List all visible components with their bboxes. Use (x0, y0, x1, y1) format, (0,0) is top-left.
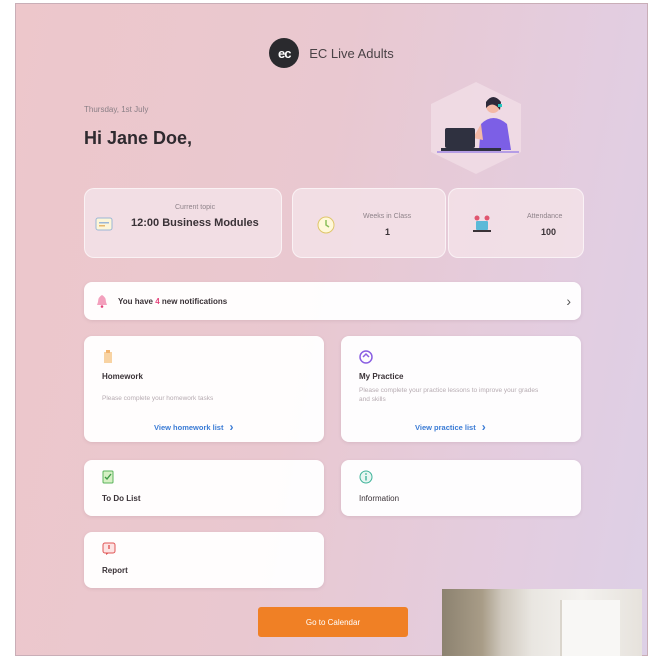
background-photo-door (560, 600, 620, 656)
app-header: ec EC Live Adults (16, 38, 647, 68)
to-do-list-tile[interactable]: To Do List (84, 460, 324, 516)
stat-value: 12:00 Business Modules (131, 217, 259, 229)
chevron-right-icon: › (481, 420, 486, 434)
view-practice-link[interactable]: View practice list › (415, 420, 486, 434)
view-homework-link[interactable]: View homework list › (154, 420, 233, 434)
notifications-text: You have 4 new notifications (118, 297, 227, 306)
view-homework-label: View homework list (154, 422, 224, 432)
report-title: Report (102, 566, 128, 575)
stat-label: Weeks in Class (363, 213, 412, 220)
info-icon (359, 470, 373, 484)
bell-icon (97, 295, 107, 308)
attendance-card: Attendance 100 (448, 188, 584, 258)
view-practice-label: View practice list (415, 422, 476, 432)
homework-tile[interactable]: Homework Please complete your homework t… (84, 336, 324, 442)
current-topic-card: Current topic 12:00 Business Modules (84, 188, 282, 258)
go-to-calendar-button[interactable]: Go to Calendar (258, 607, 408, 637)
ec-logo: ec (269, 38, 300, 68)
homework-icon (104, 350, 112, 363)
homework-description: Please complete your homework tasks (102, 395, 214, 402)
stat-label: Attendance (527, 213, 563, 220)
report-tile[interactable]: Report (84, 532, 324, 588)
stat-label: Current topic (175, 204, 216, 211)
clock-icon (317, 216, 335, 234)
my-practice-description: Please complete your practice lessons to… (359, 387, 539, 403)
my-practice-title: My Practice (359, 372, 404, 381)
todo-icon (102, 470, 114, 484)
calendar-icon (95, 217, 113, 231)
classroom-icon (473, 215, 491, 232)
weeks-in-class-card: Weeks in Class 1 (292, 188, 446, 258)
notifications-suffix: new notifications (159, 296, 228, 306)
notifications-bar[interactable]: You have 4 new notifications › (84, 282, 581, 320)
report-icon (102, 542, 116, 555)
app-frame: ec EC Live Adults Thursday, 1st July Hi … (15, 3, 648, 656)
practice-icon (359, 350, 373, 364)
app-title: EC Live Adults (309, 45, 394, 61)
information-title: Information (359, 494, 400, 503)
chevron-right-icon: › (566, 293, 571, 309)
date-label: Thursday, 1st July (84, 105, 149, 114)
my-practice-tile[interactable]: My Practice Please complete your practic… (341, 336, 581, 442)
stat-value: 100 (541, 227, 557, 237)
student-laptop-illustration (431, 82, 521, 174)
to-do-list-title: To Do List (102, 494, 141, 503)
information-tile[interactable]: Information (341, 460, 581, 516)
notifications-prefix: You have (118, 296, 156, 306)
stat-value: 1 (385, 227, 391, 237)
homework-title: Homework (102, 372, 143, 381)
greeting-title: Hi Jane Doe, (84, 128, 193, 148)
chevron-right-icon: › (229, 420, 234, 434)
